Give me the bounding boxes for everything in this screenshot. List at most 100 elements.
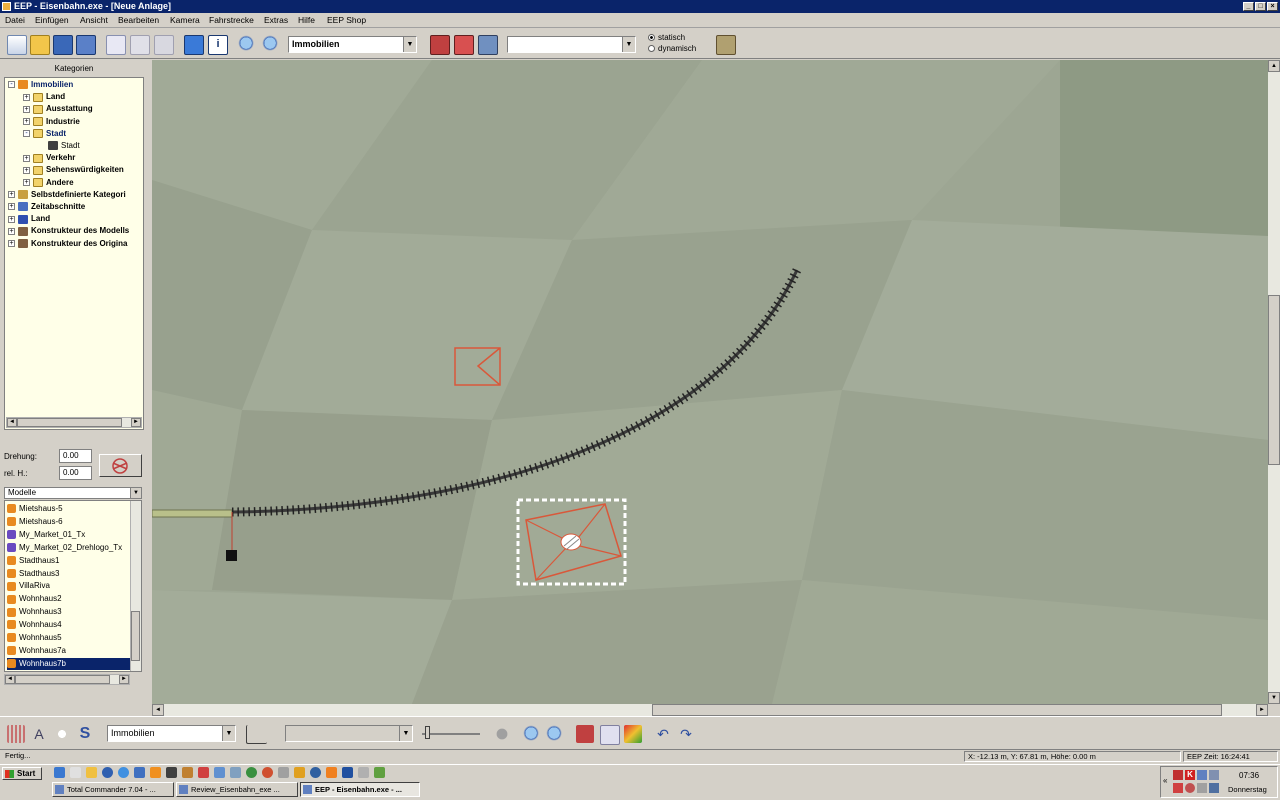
menu-eep-shop[interactable]: EEP Shop xyxy=(327,15,366,25)
modelle-vertical-scrollbar[interactable] xyxy=(130,501,141,671)
tray-clock[interactable]: 07:36 xyxy=(1239,771,1259,780)
tree-node[interactable]: + Land xyxy=(23,92,65,102)
zoom-out-icon[interactable] xyxy=(523,725,541,743)
canvas-vertical-scrollbar[interactable]: ▲ ▼ xyxy=(1268,60,1280,704)
track-endpoint-marker[interactable] xyxy=(226,550,237,561)
menu-kamera[interactable]: Kamera xyxy=(170,15,200,25)
scroll-thumb[interactable] xyxy=(1268,295,1280,465)
tree-node[interactable]: - Stadt xyxy=(23,129,66,139)
tree-node[interactable]: + Land xyxy=(8,214,50,224)
quicklaunch-mail-icon[interactable] xyxy=(230,767,241,778)
drehung-input[interactable]: 0.00 xyxy=(59,449,92,463)
expand-icon[interactable]: + xyxy=(8,215,15,223)
quicklaunch-media-icon[interactable] xyxy=(102,767,113,778)
bottom-model-combo[interactable]: ▼ xyxy=(285,725,413,742)
expand-icon[interactable]: + xyxy=(23,154,30,162)
radio-dynamic[interactable]: dynamisch xyxy=(648,44,696,53)
tray-network-icon[interactable] xyxy=(1197,770,1207,780)
quicklaunch-star-icon[interactable] xyxy=(150,767,161,778)
height-tool-icon[interactable] xyxy=(246,725,267,744)
copy-icon[interactable] xyxy=(130,35,150,55)
list-item[interactable]: My_Market_02_Drehlogo_Tx xyxy=(7,542,132,554)
quicklaunch-vlc-icon[interactable] xyxy=(326,767,337,778)
canvas-horizontal-scrollbar[interactable]: ◄ ► xyxy=(152,704,1268,716)
list-item[interactable]: Mietshaus-6 xyxy=(7,516,132,528)
delete-model-icon[interactable] xyxy=(576,725,594,743)
text-tool-icon[interactable]: A xyxy=(30,725,48,743)
quicklaunch-dot-icon[interactable] xyxy=(166,767,177,778)
quicklaunch-window-icon[interactable] xyxy=(358,767,369,778)
chevron-down-icon[interactable]: ▼ xyxy=(222,726,235,741)
expand-icon[interactable]: + xyxy=(23,117,30,125)
quicklaunch-ie-icon[interactable] xyxy=(54,767,65,778)
quicklaunch-train-icon[interactable] xyxy=(374,767,385,778)
taskbar-button[interactable]: Total Commander 7.04 - ... xyxy=(52,782,174,797)
tree-node[interactable]: + Andere xyxy=(23,178,74,187)
rotate-icon[interactable] xyxy=(493,725,511,743)
menu-fahrstrecke[interactable]: Fahrstrecke xyxy=(209,15,254,25)
height-slider-track[interactable] xyxy=(422,733,480,735)
redo-icon[interactable]: ↷ xyxy=(677,725,695,743)
taskbar-button[interactable]: Review_Eisenbahn_exe ... xyxy=(176,782,298,797)
tree-node[interactable]: + Zeitabschnitte xyxy=(8,202,85,212)
tree-node[interactable]: + Konstrukteur des Modells xyxy=(8,226,129,236)
quicklaunch-pdf-icon[interactable] xyxy=(198,767,209,778)
menu-bearbeiten[interactable]: Bearbeiten xyxy=(118,15,159,25)
relh-input[interactable]: 0.00 xyxy=(59,466,92,480)
chevron-down-icon[interactable]: ▼ xyxy=(622,37,635,52)
menu-einfuegen[interactable]: Einfügen xyxy=(35,15,69,25)
close-button[interactable]: × xyxy=(1267,2,1278,11)
tray-security-icon[interactable] xyxy=(1173,783,1183,793)
quicklaunch-green-icon[interactable] xyxy=(246,767,257,778)
category-combo[interactable]: Immobilien ▼ xyxy=(288,36,417,53)
menu-datei[interactable]: Datei xyxy=(5,15,25,25)
quicklaunch-globe-icon[interactable] xyxy=(118,767,129,778)
tools-icon[interactable] xyxy=(716,35,736,55)
save-icon[interactable] xyxy=(53,35,73,55)
tree-node[interactable]: - Immobilien xyxy=(8,80,73,90)
list-item[interactable]: Wohnhaus5 xyxy=(7,632,132,644)
tray-k-icon[interactable]: K xyxy=(1185,770,1195,780)
list-item[interactable]: Wohnhaus2 xyxy=(7,593,132,605)
quicklaunch-yellow-icon[interactable] xyxy=(294,767,305,778)
list-item[interactable]: Wohnhaus7b xyxy=(7,657,132,670)
modelle-header[interactable]: Modelle ▼ xyxy=(4,487,142,499)
list-item[interactable]: My_Market_01_Tx xyxy=(7,529,132,541)
expand-icon[interactable]: + xyxy=(23,93,30,101)
edit-icon[interactable] xyxy=(600,725,620,745)
expand-icon[interactable]: + xyxy=(8,191,15,199)
curve-tool-icon[interactable]: S xyxy=(76,725,94,743)
quicklaunch-app-icon[interactable] xyxy=(134,767,145,778)
scroll-thumb[interactable] xyxy=(131,611,140,661)
menu-ansicht[interactable]: Ansicht xyxy=(80,15,108,25)
list-item[interactable]: Wohnhaus7a xyxy=(7,645,132,657)
window-title-bar[interactable]: EEP - Eisenbahn.exe - [Neue Anlage] _ □ … xyxy=(0,0,1280,13)
terrain-view[interactable] xyxy=(152,60,1268,704)
chevron-down-icon[interactable]: ▼ xyxy=(130,488,141,498)
tray-expand-icon[interactable]: « xyxy=(1163,776,1167,785)
scroll-down-icon[interactable]: ▼ xyxy=(1268,692,1280,704)
undo-icon[interactable]: ↶ xyxy=(654,725,672,743)
open-folder-icon[interactable] xyxy=(30,35,50,55)
collapse-icon[interactable]: - xyxy=(23,130,30,138)
tree-node[interactable]: + Ausstattung xyxy=(23,104,93,114)
light-bulb-icon[interactable] xyxy=(53,725,71,743)
zoom-out-icon[interactable] xyxy=(262,35,280,53)
tray-monitor-icon[interactable] xyxy=(1209,770,1219,780)
zoom-in-icon[interactable] xyxy=(546,725,564,743)
expand-icon[interactable]: + xyxy=(8,203,15,211)
list-item[interactable]: Wohnhaus4 xyxy=(7,619,132,631)
place-model-button[interactable] xyxy=(99,454,142,477)
expand-icon[interactable]: + xyxy=(23,105,30,113)
scroll-thumb[interactable] xyxy=(652,704,1222,716)
print-icon[interactable] xyxy=(154,35,174,55)
tree-node[interactable]: + Industrie xyxy=(23,117,80,126)
quicklaunch-red-icon[interactable] xyxy=(262,767,273,778)
scroll-up-icon[interactable]: ▲ xyxy=(1268,60,1280,72)
track-segment-straight[interactable] xyxy=(152,509,233,518)
chevron-down-icon[interactable]: ▼ xyxy=(399,726,412,741)
bottom-category-combo[interactable]: Immobilien ▼ xyxy=(107,725,236,742)
scroll-left-icon[interactable]: ◄ xyxy=(7,418,17,427)
scroll-right-icon[interactable]: ► xyxy=(119,675,129,684)
scroll-left-icon[interactable]: ◄ xyxy=(5,675,15,684)
